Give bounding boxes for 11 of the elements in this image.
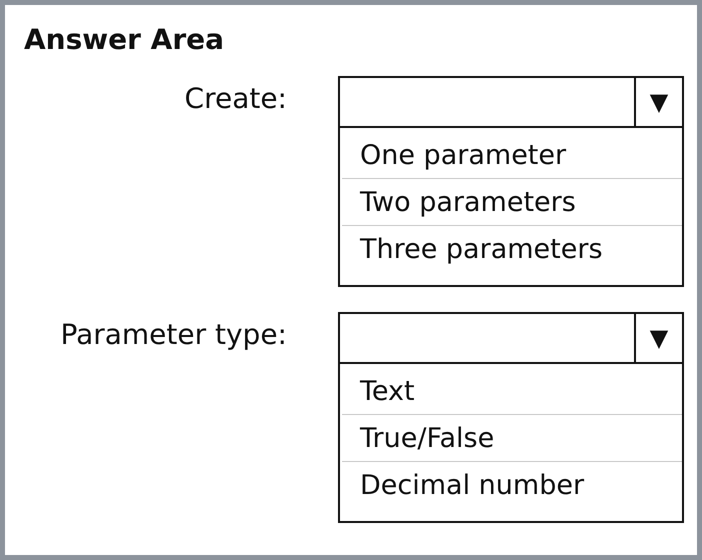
field-label: Parameter type:	[59, 317, 288, 353]
dropdown-option[interactable]: One parameter	[342, 132, 682, 179]
dropdown-option[interactable]: Text	[342, 368, 682, 415]
section-title: Answer Area	[23, 23, 226, 56]
dropdown-option[interactable]: Two parameters	[342, 179, 682, 226]
dropdown[interactable]: ▼ One parameter Two parameters Three parameters	[338, 76, 684, 287]
dropdown-option[interactable]: True/False	[342, 415, 682, 462]
dropdown-option[interactable]: Decimal number	[342, 462, 682, 509]
dropdown[interactable]: ▼ Text True/False Decimal number	[338, 312, 684, 523]
field-label: Create:	[184, 81, 288, 117]
dropdown-option[interactable]: Three parameters	[342, 226, 682, 273]
